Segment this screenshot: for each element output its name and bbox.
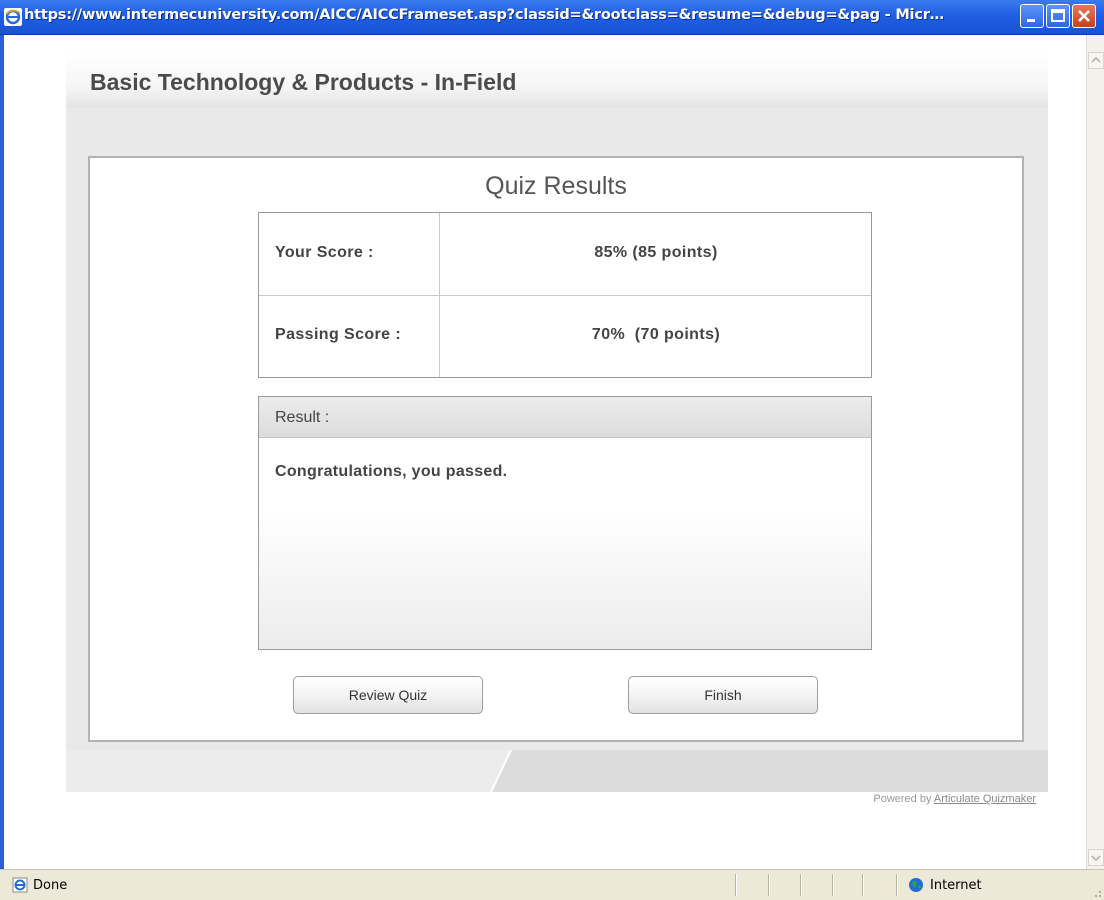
ie-icon [4,8,22,26]
page-content: Basic Technology & Products - In-Field Q… [0,35,1086,869]
powered-by-text: Powered by [873,793,934,805]
result-panel: Result : Congratulations, you passed. [258,396,872,650]
globe-icon [909,878,923,892]
chevron-up-icon [1091,56,1101,63]
status-text: Done [33,878,68,893]
maximize-button[interactable] [1046,4,1070,28]
your-score-label: Your Score : [275,244,374,261]
status-divider [832,874,833,896]
articulate-quizmaker-link[interactable]: Articulate Quizmaker [934,793,1036,805]
course-header: Basic Technology & Products - In-Field [66,52,1048,108]
scroll-down-button[interactable] [1088,849,1104,866]
maximize-icon [1051,9,1065,22]
score-row-your-score: Your Score : 85% (85 points) [259,213,871,296]
footer-decoration [66,750,1048,792]
quiz-results-panel: Quiz Results Your Score : 85% (85 points… [88,156,1024,742]
chevron-down-icon [1091,855,1101,862]
result-message: Congratulations, you passed. [275,463,508,480]
status-divider [735,874,736,896]
powered-by: Powered by Articulate Quizmaker [0,793,1036,805]
window-titlebar[interactable]: https://www.intermecuniversity.com/AICC/… [0,0,1104,35]
status-divider [800,874,801,896]
minimize-icon [1027,19,1035,22]
result-header: Result : [259,397,871,438]
status-divider [896,874,897,896]
status-bar: Done Internet [0,869,1104,900]
vertical-scrollbar[interactable] [1086,35,1104,869]
resize-grip-icon[interactable] [1090,886,1102,898]
status-divider [768,874,769,896]
close-icon [1078,10,1090,22]
scroll-up-button[interactable] [1088,52,1104,69]
course-title: Basic Technology & Products - In-Field [90,69,517,95]
score-table: Your Score : 85% (85 points) Passing Sco… [258,212,872,378]
close-button[interactable] [1072,4,1096,28]
your-score-value: 85% (85 points) [594,244,718,261]
security-zone-text: Internet [930,878,982,893]
finish-button[interactable]: Finish [628,676,818,714]
footer-band [66,750,1048,792]
review-quiz-button[interactable]: Review Quiz [293,676,483,714]
minimize-button[interactable] [1020,4,1044,28]
window-left-border [0,35,4,869]
result-label: Result : [275,409,330,426]
window-title: https://www.intermecuniversity.com/AICC/… [24,7,944,23]
ie-page-icon [12,877,28,893]
score-row-passing-score: Passing Score : 70% (70 points) [259,295,871,377]
results-title: Quiz Results [485,172,627,200]
status-divider [862,874,863,896]
quiz-frame: Basic Technology & Products - In-Field Q… [66,52,1048,792]
passing-score-value: 70% (70 points) [591,326,721,343]
passing-score-label: Passing Score : [275,326,402,343]
